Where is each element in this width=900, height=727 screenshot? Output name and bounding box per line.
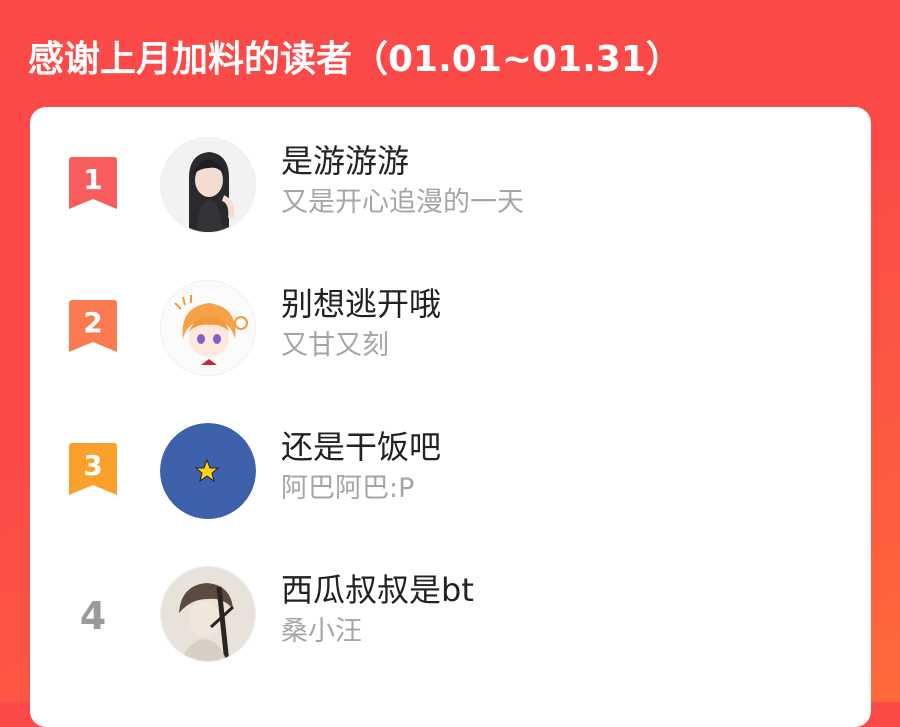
reader-name-4: 西瓜叔叔是bt [281,571,474,609]
page-header-title: 感谢上月加料的读者（01.01~01.31） [28,39,682,80]
reader-row-1[interactable]: 1 是游游游 又是开心追漫的一天 [30,137,871,257]
reader-subtitle-1: 又是开心追漫的一天 [281,187,524,218]
reader-subtitle-2: 又甘又刻 [281,330,389,361]
reader-ranking-card: 1 是游游游 又是开心追漫的一天 2 别想逃开哦 又甘又刻 3 还是干饭吧 阿巴… [30,107,871,727]
rank-number-4: 4 [79,594,107,638]
reader-name-1: 是游游游 [281,142,410,180]
rank-badge-1-icon: 1 [69,157,117,209]
avatar-orange-hair-chibi[interactable] [160,280,256,376]
rank-badge-2-icon: 2 [69,300,117,352]
reader-name-2: 别想逃开哦 [281,285,442,323]
rank-number-1: 1 [83,163,102,196]
rank-badge-3-icon: 3 [69,443,117,495]
reader-subtitle-4: 桑小汪 [281,616,362,647]
rank-number-3: 3 [83,449,102,482]
avatar-girl-portrait[interactable] [160,137,256,233]
reader-row-4[interactable]: 4 西瓜叔叔是bt 桑小汪 [30,566,871,686]
reader-row-2[interactable]: 2 别想逃开哦 又甘又刻 [30,280,871,400]
reader-row-3[interactable]: 3 还是干饭吧 阿巴阿巴:P [30,423,871,543]
reader-name-3: 还是干饭吧 [281,428,442,466]
avatar-sketch-portrait[interactable] [160,566,256,662]
rank-number-2: 2 [83,306,102,339]
avatar-blue-circle-star[interactable] [160,423,256,519]
reader-subtitle-3: 阿巴阿巴:P [281,473,415,504]
